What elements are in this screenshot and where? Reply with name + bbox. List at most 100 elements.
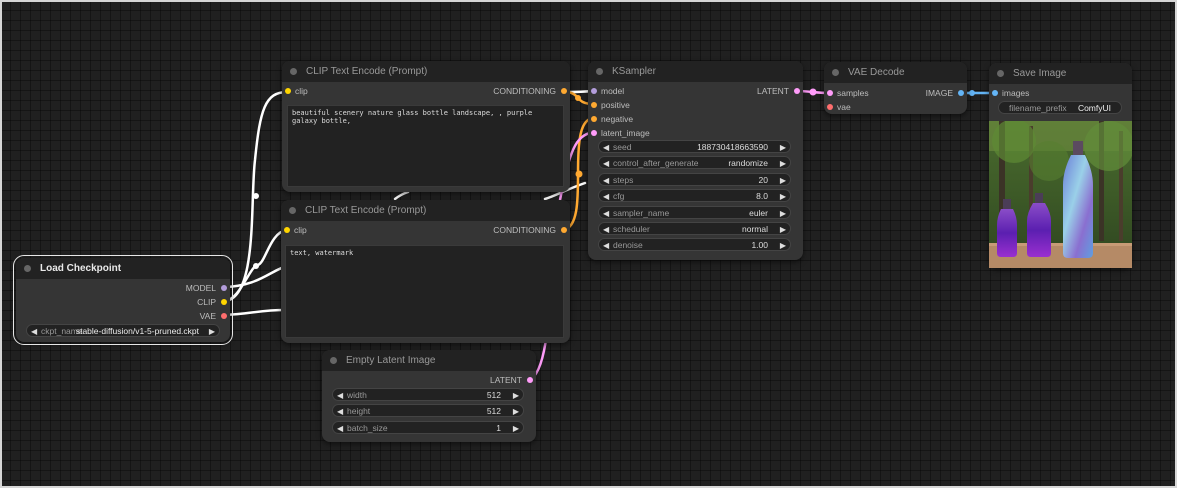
input-clip[interactable]: clip (294, 224, 307, 236)
filename-prefix-widget[interactable]: filename_prefix ComfyUI (998, 101, 1122, 114)
widget-label: steps (613, 175, 634, 185)
negative-input-socket-icon[interactable] (591, 116, 597, 122)
clip-socket-icon[interactable] (221, 299, 227, 305)
arrow-left-icon[interactable]: ◀ (603, 223, 609, 236)
prompt-textarea[interactable]: text, watermark (285, 245, 564, 338)
input-latent-image[interactable]: latent_image (601, 127, 650, 139)
input-model[interactable]: model (601, 85, 624, 97)
node-title-bar[interactable]: CLIP Text Encode (Prompt) (281, 200, 570, 221)
arrow-right-icon[interactable]: ▶ (780, 190, 786, 203)
node-empty-latent-image[interactable]: Empty Latent Image LATENT ◀ width 512 ▶ … (322, 350, 536, 442)
collapse-dot-icon[interactable] (997, 70, 1004, 77)
arrow-left-icon[interactable]: ◀ (603, 190, 609, 203)
arrow-right-icon[interactable]: ▶ (780, 174, 786, 187)
arrow-right-icon[interactable]: ▶ (780, 207, 786, 220)
node-clip-text-encode-negative[interactable]: CLIP Text Encode (Prompt) clip CONDITION… (281, 200, 570, 343)
clip-input-socket-icon[interactable] (284, 227, 290, 233)
node-ksampler[interactable]: KSampler model LATENT positive negative … (588, 61, 803, 260)
collapse-dot-icon[interactable] (290, 68, 297, 75)
arrow-right-icon[interactable]: ▶ (513, 405, 519, 418)
arrow-right-icon[interactable]: ▶ (209, 325, 215, 338)
widget-label: height (347, 406, 371, 416)
input-vae[interactable]: vae (837, 101, 851, 113)
input-samples[interactable]: samples (837, 87, 869, 99)
node-title-bar[interactable]: Empty Latent Image (322, 350, 536, 371)
arrow-right-icon[interactable]: ▶ (780, 239, 786, 252)
input-positive[interactable]: positive (601, 99, 630, 111)
cfg-widget[interactable]: ◀ cfg 8.0 ▶ (598, 189, 791, 202)
output-image[interactable]: IMAGE (926, 87, 953, 99)
width-widget[interactable]: ◀ width 512 ▶ (332, 388, 524, 401)
arrow-left-icon[interactable]: ◀ (31, 325, 37, 338)
output-image-preview[interactable] (989, 121, 1132, 268)
node-load-checkpoint[interactable]: Load Checkpoint MODEL CLIP VAE ◀ ckpt_na… (13, 255, 233, 345)
collapse-dot-icon[interactable] (330, 357, 337, 364)
arrow-left-icon[interactable]: ◀ (603, 239, 609, 252)
collapse-dot-icon[interactable] (596, 68, 603, 75)
conditioning-socket-icon[interactable] (561, 88, 567, 94)
output-latent[interactable]: LATENT (490, 374, 522, 386)
arrow-left-icon[interactable]: ◀ (603, 157, 609, 170)
ckpt-name-combo[interactable]: ◀ ckpt_name stable-diffusion/v1-5-pruned… (26, 324, 220, 337)
conditioning-socket-icon[interactable] (561, 227, 567, 233)
denoise-widget[interactable]: ◀ denoise 1.00 ▶ (598, 238, 791, 251)
input-images[interactable]: images (1002, 87, 1029, 99)
node-title: Save Image (1013, 68, 1067, 79)
input-label: latent_image (601, 128, 650, 138)
node-clip-text-encode-positive[interactable]: CLIP Text Encode (Prompt) clip CONDITION… (282, 61, 570, 192)
node-vae-decode[interactable]: VAE Decode samples IMAGE vae (824, 62, 967, 114)
latent-input-socket-icon[interactable] (591, 130, 597, 136)
steps-widget[interactable]: ◀ steps 20 ▶ (598, 173, 791, 186)
arrow-left-icon[interactable]: ◀ (603, 174, 609, 187)
latent-socket-icon[interactable] (794, 88, 800, 94)
collapse-dot-icon[interactable] (289, 207, 296, 214)
output-vae[interactable]: VAE (200, 310, 216, 322)
output-model[interactable]: MODEL (186, 282, 216, 294)
image-socket-icon[interactable] (958, 90, 964, 96)
positive-input-socket-icon[interactable] (591, 102, 597, 108)
output-conditioning[interactable]: CONDITIONING (493, 224, 556, 236)
batch-size-widget[interactable]: ◀ batch_size 1 ▶ (332, 421, 524, 434)
arrow-left-icon[interactable]: ◀ (337, 422, 343, 435)
arrow-left-icon[interactable]: ◀ (603, 141, 609, 154)
arrow-left-icon[interactable]: ◀ (337, 405, 343, 418)
node-title-bar[interactable]: KSampler (588, 61, 803, 82)
vae-input-socket-icon[interactable] (827, 104, 833, 110)
latent-socket-icon[interactable] (527, 377, 533, 383)
node-title-bar[interactable]: VAE Decode (824, 62, 967, 83)
seed-widget[interactable]: ◀ seed 188730418663590 ▶ (598, 140, 791, 153)
collapse-dot-icon[interactable] (24, 265, 31, 272)
height-widget[interactable]: ◀ height 512 ▶ (332, 404, 524, 417)
node-title-bar[interactable]: Load Checkpoint (16, 258, 230, 279)
output-conditioning[interactable]: CONDITIONING (493, 85, 556, 97)
node-save-image[interactable]: Save Image images filename_prefix ComfyU… (989, 63, 1132, 268)
input-clip[interactable]: clip (295, 85, 308, 97)
arrow-right-icon[interactable]: ▶ (513, 389, 519, 402)
input-label: samples (837, 88, 869, 98)
output-conditioning-label: CONDITIONING (493, 86, 556, 96)
model-input-socket-icon[interactable] (591, 88, 597, 94)
images-input-socket-icon[interactable] (992, 90, 998, 96)
control-after-generate-widget[interactable]: ◀ control_after_generate randomize ▶ (598, 156, 791, 169)
arrow-right-icon[interactable]: ▶ (780, 157, 786, 170)
arrow-right-icon[interactable]: ▶ (780, 141, 786, 154)
collapse-dot-icon[interactable] (832, 69, 839, 76)
input-negative[interactable]: negative (601, 113, 633, 125)
vae-socket-icon[interactable] (221, 313, 227, 319)
arrow-left-icon[interactable]: ◀ (603, 207, 609, 220)
model-socket-icon[interactable] (221, 285, 227, 291)
node-title-bar[interactable]: Save Image (989, 63, 1132, 84)
widget-value: euler (749, 208, 768, 218)
arrow-right-icon[interactable]: ▶ (513, 422, 519, 435)
scheduler-widget[interactable]: ◀ scheduler normal ▶ (598, 222, 791, 235)
output-latent[interactable]: LATENT (757, 85, 789, 97)
samples-input-socket-icon[interactable] (827, 90, 833, 96)
sampler-name-widget[interactable]: ◀ sampler_name euler ▶ (598, 206, 791, 219)
output-clip[interactable]: CLIP (197, 296, 216, 308)
arrow-left-icon[interactable]: ◀ (337, 389, 343, 402)
node-title-bar[interactable]: CLIP Text Encode (Prompt) (282, 61, 570, 82)
prompt-textarea[interactable]: beautiful scenery nature glass bottle la… (287, 105, 564, 187)
widget-value: 512 (486, 406, 501, 416)
arrow-right-icon[interactable]: ▶ (780, 223, 786, 236)
clip-input-socket-icon[interactable] (285, 88, 291, 94)
